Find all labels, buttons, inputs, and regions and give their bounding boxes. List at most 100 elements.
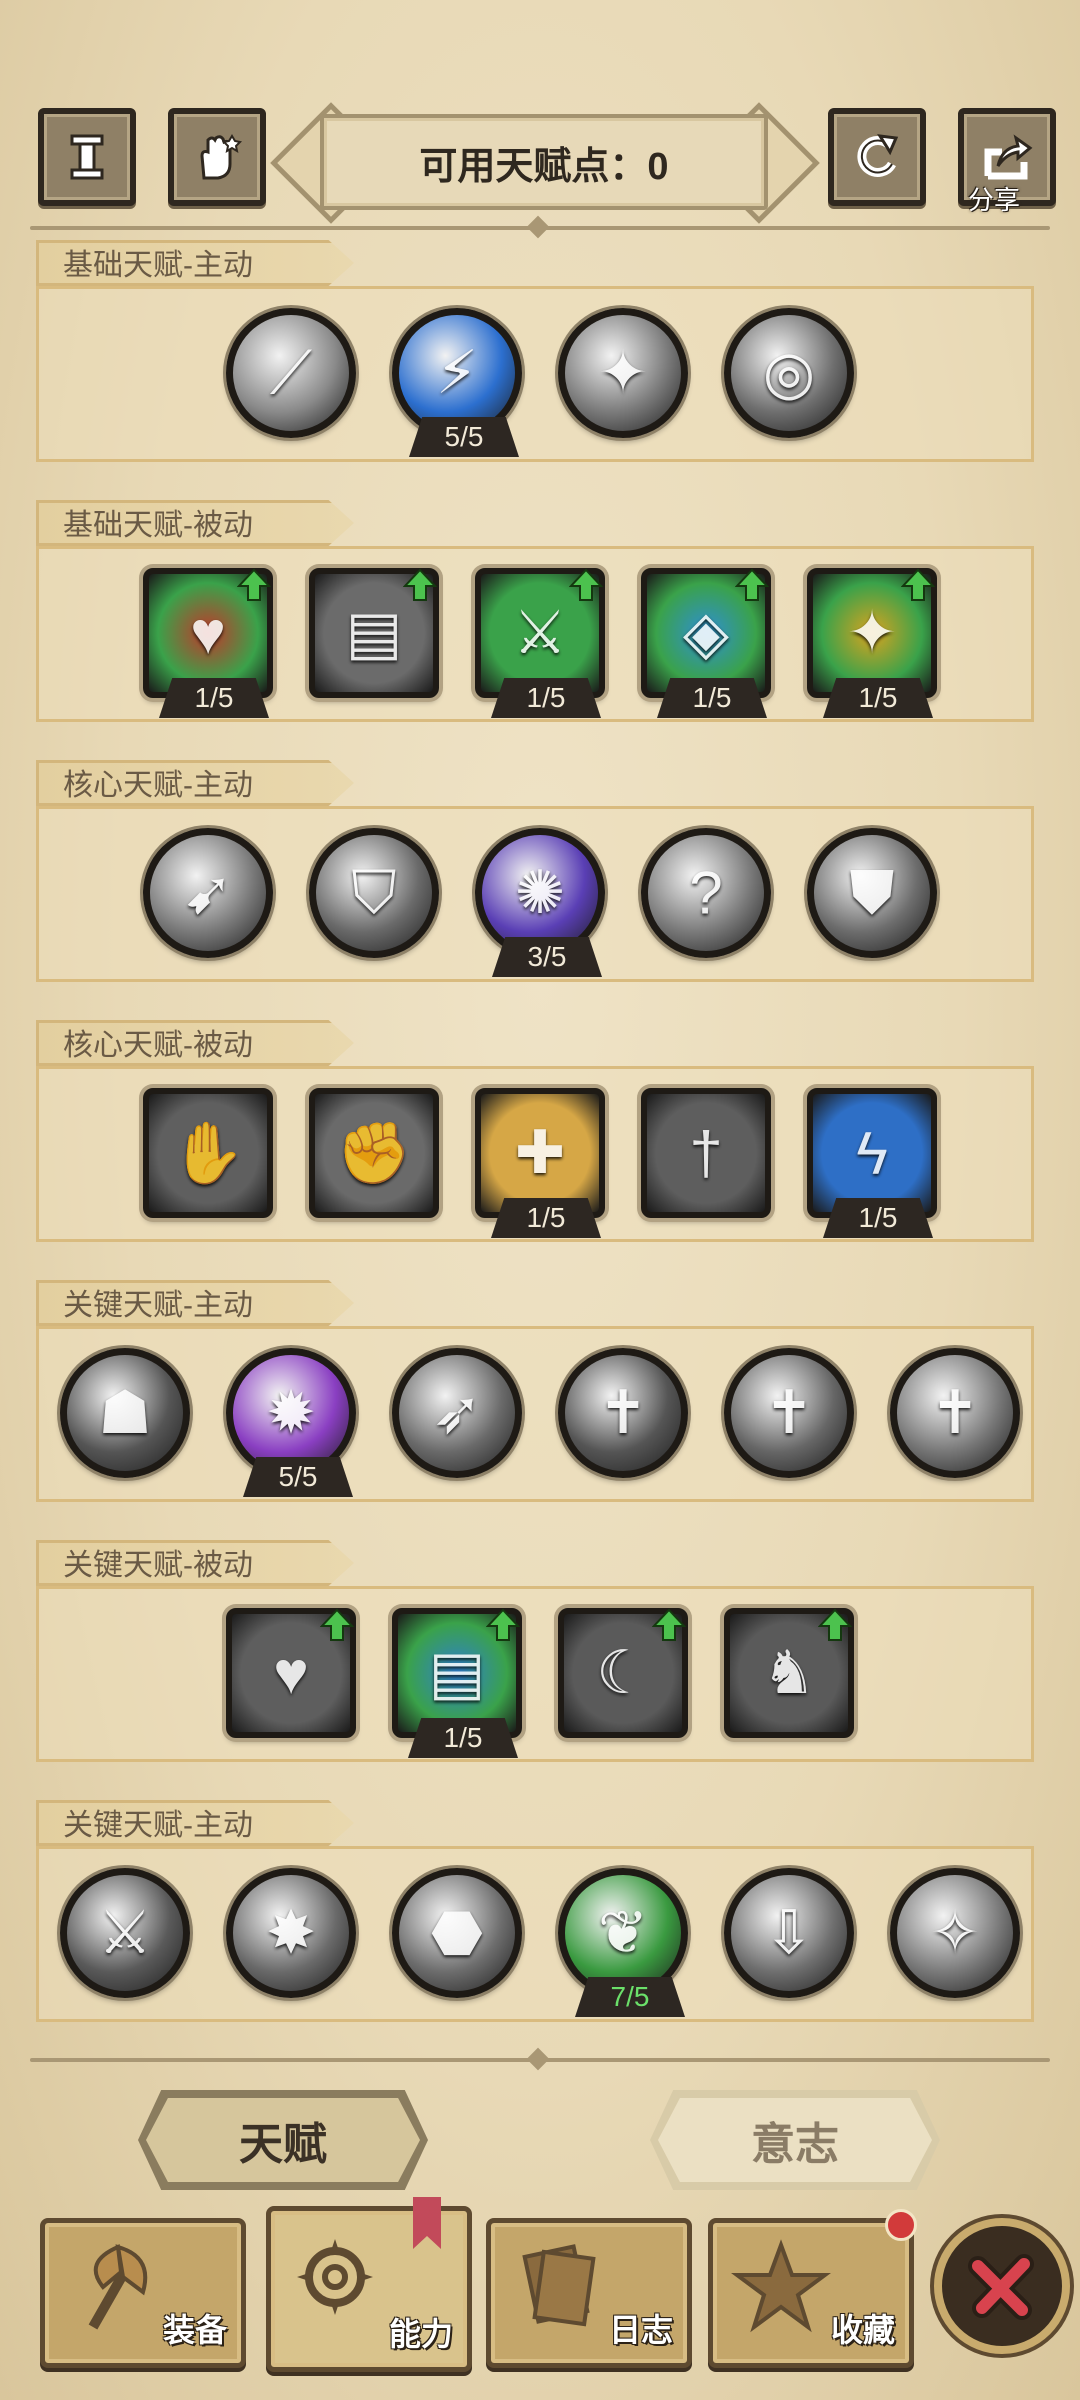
upgrade-arrow-icon [901,568,935,601]
upgrade-arrow-icon [652,1608,686,1641]
icon-glyph: ? [689,859,723,927]
nav-journal-label: 日志 [608,2312,673,2348]
sword-rain-skill-icon[interactable]: ⇩ [724,1868,854,1998]
sword-burst-skill-icon-1[interactable]: ✝ [558,1348,688,1478]
greatsword-skill-icon[interactable]: ⚔ [60,1868,190,1998]
swords-upgrade-icon[interactable]: ⚔ 1/5 [475,568,605,718]
icon-glyph: ♥ [273,1639,309,1707]
nav-equipment[interactable]: 装备 [40,2218,246,2368]
lightning-skill-icon[interactable]: ⚡ 5/5 [392,308,522,457]
dagger-passive-icon[interactable]: † [641,1088,771,1218]
icon-glyph: ✧ [929,1899,981,1966]
guard-skill-icon[interactable]: ⛊ [807,828,937,958]
book-upgrade-icon[interactable]: ▤ [309,568,439,698]
section-title: 核心天赋-被动 [36,1020,354,1066]
mask-skill-icon[interactable]: ☗ [60,1348,190,1478]
icon-glyph: ♥ [190,599,226,667]
nav-journal[interactable]: 日志 [486,2218,692,2368]
icon-glyph: ✝ [763,1379,815,1446]
upgrade-arrow-icon [486,1608,520,1641]
section-panel [36,1586,1034,1762]
share-icon [984,134,1033,180]
dash-skill-icon[interactable]: ➹ [143,828,273,958]
holy-book-upgrade-icon[interactable]: ▤ 1/5 [392,1608,522,1758]
runner-upgrade-icon[interactable]: ♞ [724,1608,854,1738]
nav-ability-label: 能力 [388,2316,453,2352]
talent-level-badge: 5/5 [243,1457,353,1497]
talent-points-banner: 可用天赋点：0 [320,114,768,210]
tab-will-label: 意志 [751,2120,839,2169]
section-title: 关键天赋-主动 [36,1280,354,1326]
icon-glyph: ✦ [846,599,898,666]
icon-glyph: ✹ [265,1379,317,1446]
close-button[interactable] [934,2218,1070,2354]
crescent-upgrade-icon[interactable]: ☾ [558,1608,688,1738]
section-title: 核心天赋-主动 [36,760,354,806]
journal-icon [522,2244,596,2327]
confuse-skill-icon[interactable]: ? [641,828,771,958]
reset-icon [857,134,899,177]
curse-skill-icon[interactable]: ✹ 5/5 [226,1348,356,1497]
upgrade-arrow-icon [320,1608,354,1641]
nav-collection-label: 收藏 [830,2312,895,2348]
icon-glyph: ☾ [596,1639,650,1706]
icon-glyph: ⛊ [849,859,895,926]
upgrade-arrow-icon [569,568,603,601]
upgrade-arrow-icon [735,568,769,601]
icon-glyph: ▤ [428,1639,486,1706]
notification-dot [885,2209,917,2241]
fist-passive-icon[interactable]: ✊ [309,1088,439,1218]
hand-button[interactable] [168,108,266,206]
info-icon [70,134,104,180]
reset-button[interactable] [828,108,926,206]
heal-heart-upgrade-icon[interactable]: ♥ [226,1608,356,1738]
sword-burst-skill-icon-2[interactable]: ✝ [724,1348,854,1478]
shatter-skill-icon[interactable]: ✦ [558,308,688,438]
star-icon [731,2239,831,2333]
nav-collection[interactable]: 收藏 [708,2209,917,2368]
icon-glyph: ✝ [597,1379,649,1446]
heart-upgrade-icon[interactable]: ♥ 1/5 [143,568,273,718]
crystal-upgrade-icon[interactable]: ◈ 1/5 [641,568,771,718]
icon-glyph: ⚔ [513,599,567,666]
talent-level-badge: 3/5 [492,937,602,977]
sword-burst-skill-icon-3[interactable]: ✝ [890,1348,1020,1478]
icon-glyph: ⟋ [270,339,312,406]
rock-throw-skill-icon[interactable]: ⬣ [392,1868,522,1998]
crack-skill-icon[interactable]: ✧ [890,1868,1020,1998]
talent-level-badge: 1/5 [159,678,269,718]
grab-passive-icon[interactable]: ✋ [143,1088,273,1218]
shock-passive-icon[interactable]: ϟ 1/5 [807,1088,937,1238]
share-label: 分享 [968,185,1021,215]
bookmark-ribbon [413,2197,441,2249]
section-panel [36,286,1034,462]
hand-icon [200,134,243,180]
tab-talent[interactable]: 天赋 [138,2090,428,2190]
icon-glyph: ⬣ [430,1899,484,1966]
section-title: 基础天赋-主动 [36,240,354,286]
section-title: 基础天赋-被动 [36,500,354,546]
talent-level-badge: 1/5 [408,1718,518,1758]
vortex-skill-icon[interactable]: ✺ 3/5 [475,828,605,977]
spin-skill-icon[interactable]: ◎ [724,308,854,438]
slash-skill-icon[interactable]: ⟋ [226,308,356,438]
star-upgrade-icon[interactable]: ✦ 1/5 [807,568,937,718]
nature-skill-icon[interactable]: ❦ 7/5 [558,1868,688,2017]
talent-level-badge: 1/5 [657,678,767,718]
icon-glyph: ϟ [856,1119,888,1187]
shield-break-skill-icon[interactable]: ⛉ [309,828,439,958]
info-button[interactable] [38,108,136,206]
icon-glyph: ✋ [170,1119,246,1187]
ability-icon [297,2239,373,2315]
tab-will[interactable]: 意志 [650,2090,940,2190]
icon-glyph: ▤ [345,599,403,666]
talent-level-badge: 5/5 [409,417,519,457]
explosion-skill-icon[interactable]: ✸ [226,1868,356,1998]
icon-glyph: ✝ [929,1379,981,1446]
nav-ability[interactable]: 能力 [266,2197,472,2372]
holy-shield-passive-icon[interactable]: ✚ 1/5 [475,1088,605,1238]
bottom-divider [30,2047,1050,2071]
talent-points-label: 可用天赋点：0 [419,145,669,188]
icon-glyph: ⇩ [763,1899,815,1966]
charge-skill-icon[interactable]: ➶ [392,1348,522,1478]
